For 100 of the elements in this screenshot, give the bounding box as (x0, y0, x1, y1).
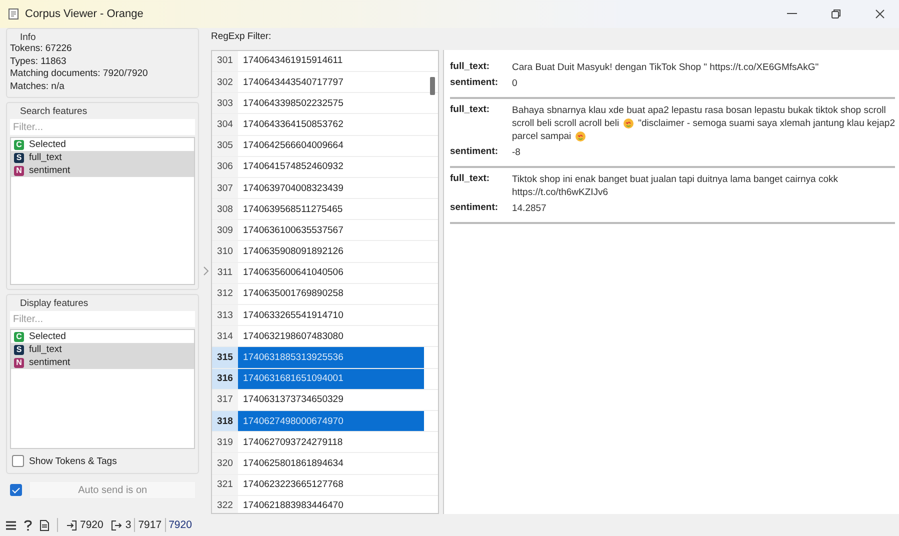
field-value: 14.2857 (512, 203, 546, 214)
document-row[interactable]: 1740643443540717797 (238, 72, 424, 92)
variable-type-badge: S (14, 152, 24, 162)
document-row[interactable]: 1740635001769890258 (238, 284, 424, 304)
row-number: 302 (212, 72, 238, 92)
document-row[interactable]: 1740625801861894634 (238, 453, 424, 474)
output-icon (111, 520, 122, 530)
field-value: Tiktok shop ini enak banget buat jualan tapi duitnya lama banget cairnya cokk (512, 173, 838, 186)
help-icon[interactable] (24, 520, 32, 530)
feature-item[interactable]: S full_text (11, 343, 194, 356)
row-number: 301 (212, 50, 238, 71)
group-title: Info (19, 32, 36, 43)
field-name: sentiment: (450, 146, 500, 159)
feature-item[interactable]: S full_text (11, 151, 194, 164)
row-number: 322 (212, 496, 238, 513)
variable-type-badge: N (14, 358, 24, 368)
row-number: 310 (212, 241, 238, 262)
row-number: 316 (212, 368, 238, 389)
close-icon[interactable] (875, 9, 885, 19)
row-number: 304 (212, 114, 238, 135)
input-icon (66, 520, 77, 530)
row-number: 317 (212, 390, 238, 410)
document-row[interactable]: 1740639568511275465 (238, 199, 424, 220)
field-value: Bahaya sbnarnya klau xde buat apa2 lepastu rasa bosan lepastu bukak tiktok shop scroll (512, 104, 886, 117)
output-count: 7917 (138, 519, 162, 531)
document-row[interactable]: 1740631681651094001 (238, 368, 424, 389)
output-count: 7920 (168, 519, 192, 531)
document-row[interactable]: 1740641574852460932 (238, 156, 424, 177)
document-row[interactable]: 1740623223665127768 (238, 474, 424, 495)
field-name: full_text: (450, 173, 491, 186)
menu-icon[interactable] (6, 520, 16, 530)
document-row[interactable]: 1740636100635537567 (238, 220, 424, 240)
variable-type-badge: N (14, 166, 24, 176)
minimize-icon[interactable] (787, 13, 797, 15)
field-value: "disclaimer - semoga suami saya xlemah jantung klau kejap2 (638, 117, 895, 130)
checkbox-label: Show Tokens & Tags (29, 456, 117, 466)
document-row[interactable]: 1740621883983446470 (238, 496, 424, 513)
document-row[interactable]: 1740642566604009664 (238, 136, 424, 156)
row-number: 315 (212, 347, 238, 368)
row-number: 306 (212, 156, 238, 177)
row-number: 303 (212, 93, 238, 114)
feature-item[interactable]: N sentiment (11, 164, 194, 177)
app-icon (8, 8, 19, 20)
document-row[interactable]: 1740643461915914611 (238, 50, 424, 71)
row-number: 320 (212, 453, 238, 474)
document-row[interactable]: 1740633265541914710 (238, 305, 424, 326)
checkbox[interactable] (12, 455, 24, 467)
row-number: 314 (212, 326, 238, 346)
field-value: https://t.co/th6wKZIJv6 (512, 186, 608, 199)
row-number: 305 (212, 136, 238, 156)
document-row[interactable]: 1740627093724279118 (238, 432, 424, 452)
feature-label: Selected (29, 331, 66, 342)
checkbox[interactable] (10, 484, 22, 496)
feature-label: full_text (29, 152, 62, 163)
document-row[interactable]: 1740643398502232575 (238, 93, 424, 114)
feature-label: Selected (29, 139, 66, 150)
row-number: 313 (212, 305, 238, 326)
field-value: parcel sampai (512, 130, 572, 143)
output-count: 3 (125, 519, 132, 531)
document-icon[interactable] (40, 520, 49, 530)
field-value: Cara Buat Duit Masyuk! dengan TikTok Shop " https://t.co/XE6GMfsAkG" (512, 62, 819, 73)
group-title: Search features (19, 106, 88, 117)
info-text: Matches: n/a (10, 80, 64, 93)
field-value: 0 (512, 78, 518, 89)
filter-field[interactable]: Filter... (10, 119, 196, 135)
group-title: Display features (19, 298, 88, 309)
document-row[interactable]: 1740635600641040506 (238, 262, 424, 283)
field-name: sentiment: (450, 77, 500, 90)
emoji-icon (575, 131, 586, 142)
field-name: full_text: (450, 104, 491, 117)
feature-item[interactable]: N sentiment (11, 356, 194, 369)
feature-label: full_text (29, 344, 62, 355)
row-number: 321 (212, 474, 238, 495)
feature-item[interactable]: C Selected (11, 138, 194, 151)
regexp-label: RegExp Filter: (210, 31, 272, 42)
document-row[interactable]: 1740631373734650329 (238, 390, 424, 410)
row-number: 318 (212, 410, 238, 432)
feature-label: sentiment (29, 165, 70, 176)
document-row[interactable]: 1740632198607483080 (238, 326, 424, 346)
row-number: 312 (212, 284, 238, 304)
window-title: Corpus Viewer - Orange (25, 8, 144, 20)
row-number: 309 (212, 220, 238, 240)
row-number: 319 (212, 432, 238, 452)
input-count: 7920 (80, 519, 104, 531)
feature-item[interactable]: C Selected (11, 330, 194, 343)
row-number: 307 (212, 178, 238, 198)
scrollbar-thumb[interactable] (430, 76, 435, 95)
document-row[interactable]: 1740643364150853762 (238, 114, 424, 135)
restore-icon[interactable] (831, 9, 841, 19)
document-row[interactable]: 1740639704008323439 (238, 178, 424, 198)
field-value: -8 (512, 147, 520, 158)
filter-field[interactable]: Filter... (10, 311, 196, 327)
document-row[interactable]: 1740627498000674970 (238, 410, 424, 432)
feature-label: sentiment (29, 357, 70, 368)
document-row[interactable]: 1740631885313925536 (238, 347, 424, 368)
document-row[interactable]: 1740635908091892126 (238, 241, 424, 262)
variable-type-badge: S (14, 344, 24, 354)
emoji-icon (623, 118, 634, 129)
variable-type-badge: C (14, 140, 24, 150)
info-text: Matching documents: 7920/7920 (10, 68, 148, 80)
